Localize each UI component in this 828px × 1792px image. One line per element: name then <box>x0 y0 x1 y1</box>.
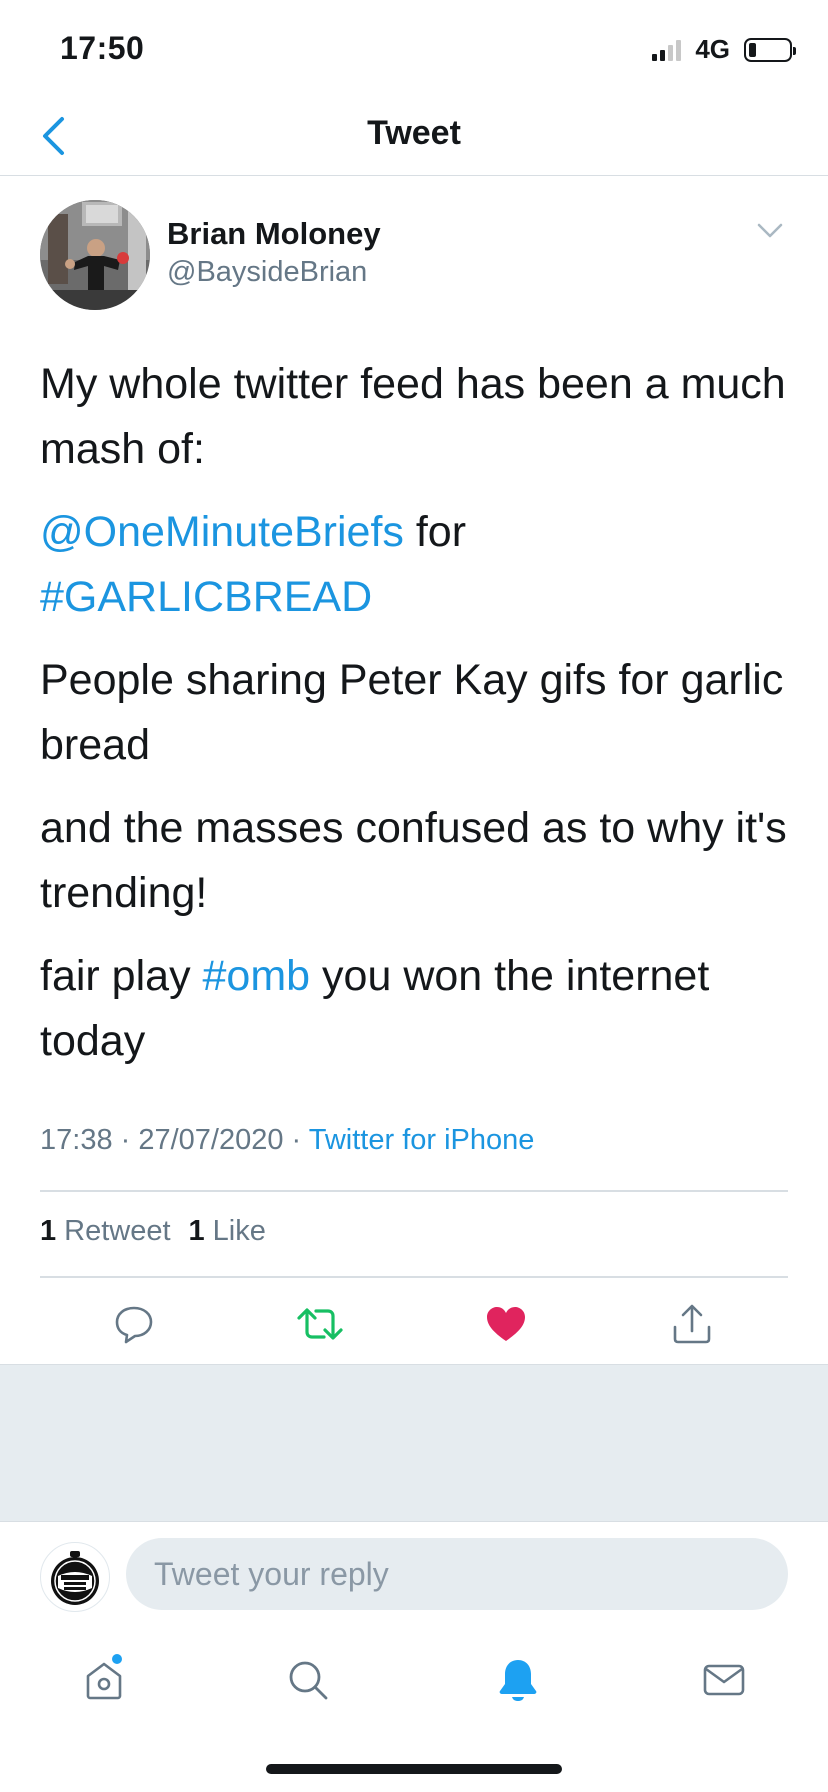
share-icon <box>673 1304 711 1344</box>
signal-icon <box>652 39 682 61</box>
tweet-actions <box>0 1300 828 1364</box>
author-handle[interactable]: @BaysideBrian <box>167 256 367 289</box>
reply-button[interactable] <box>110 1300 158 1348</box>
hashtag-link[interactable]: #GARLICBREAD <box>40 573 372 621</box>
tweet-text: My whole twitter feed has been a much ma… <box>40 352 800 1092</box>
tweet-paragraph: My whole twitter feed has been a much ma… <box>40 360 786 473</box>
home-icon <box>86 1662 122 1700</box>
page-title: Tweet <box>367 114 461 152</box>
heart-icon <box>487 1307 525 1341</box>
tweet-paragraph: @OneMinuteBriefs for #GARLICBREAD <box>40 508 467 621</box>
tweet-paragraph: People sharing Peter Kay gifs for garlic… <box>40 656 784 769</box>
tweet-paragraph: fair play #omb you won the internet toda… <box>40 952 710 1065</box>
tweet-paragraph: and the masses confused as to why it's t… <box>40 804 787 917</box>
comment-icon <box>115 1306 153 1344</box>
share-button[interactable] <box>668 1300 716 1348</box>
mention-link[interactable]: @OneMinuteBriefs <box>40 508 404 556</box>
hashtag-link[interactable]: #omb <box>203 952 311 1000</box>
new-activity-dot <box>112 1654 122 1664</box>
retweets-stat[interactable]: 1 Retweet <box>40 1215 171 1248</box>
tab-notifications[interactable] <box>488 1650 548 1710</box>
replies-placeholder-area <box>0 1364 828 1522</box>
network-label: 4G <box>695 34 730 64</box>
reply-bar <box>0 1522 828 1632</box>
reply-input[interactable] <box>126 1538 788 1610</box>
status-indicators: 4G <box>652 34 796 65</box>
divider <box>40 1190 788 1192</box>
divider <box>40 1276 788 1278</box>
home-indicator <box>266 1764 562 1774</box>
status-bar: 17:50 4G <box>0 0 828 96</box>
search-icon <box>289 1661 328 1700</box>
chevron-down-icon <box>757 223 783 238</box>
tweet-author: Brian Moloney @BaysideBrian <box>40 200 790 312</box>
envelope-icon <box>703 1664 745 1696</box>
bell-icon <box>499 1660 537 1701</box>
tweet-meta: 17:38 · 27/07/2020 · Twitter for iPhone <box>40 1124 534 1157</box>
author-name[interactable]: Brian Moloney <box>167 216 381 252</box>
tweet-options-button[interactable] <box>756 222 792 250</box>
tab-home[interactable] <box>74 1650 134 1710</box>
like-button[interactable] <box>482 1300 530 1348</box>
tab-messages[interactable] <box>694 1650 754 1710</box>
likes-stat[interactable]: 1 Like <box>189 1215 266 1248</box>
nav-header: Tweet <box>0 96 828 176</box>
tweet-source-link[interactable]: Twitter for iPhone <box>309 1124 535 1156</box>
tab-search[interactable] <box>278 1650 338 1710</box>
retweet-icon <box>297 1308 343 1340</box>
current-user-avatar[interactable] <box>40 1542 110 1612</box>
tweet-timestamp: 17:38 · 27/07/2020 · <box>40 1124 309 1156</box>
tweet-stats: 1 Retweet 1 Like <box>40 1215 266 1248</box>
avatar[interactable] <box>40 200 150 310</box>
tab-bar <box>0 1632 828 1732</box>
battery-icon <box>744 37 796 62</box>
status-time: 17:50 <box>60 30 145 66</box>
retweet-button[interactable] <box>296 1300 344 1348</box>
